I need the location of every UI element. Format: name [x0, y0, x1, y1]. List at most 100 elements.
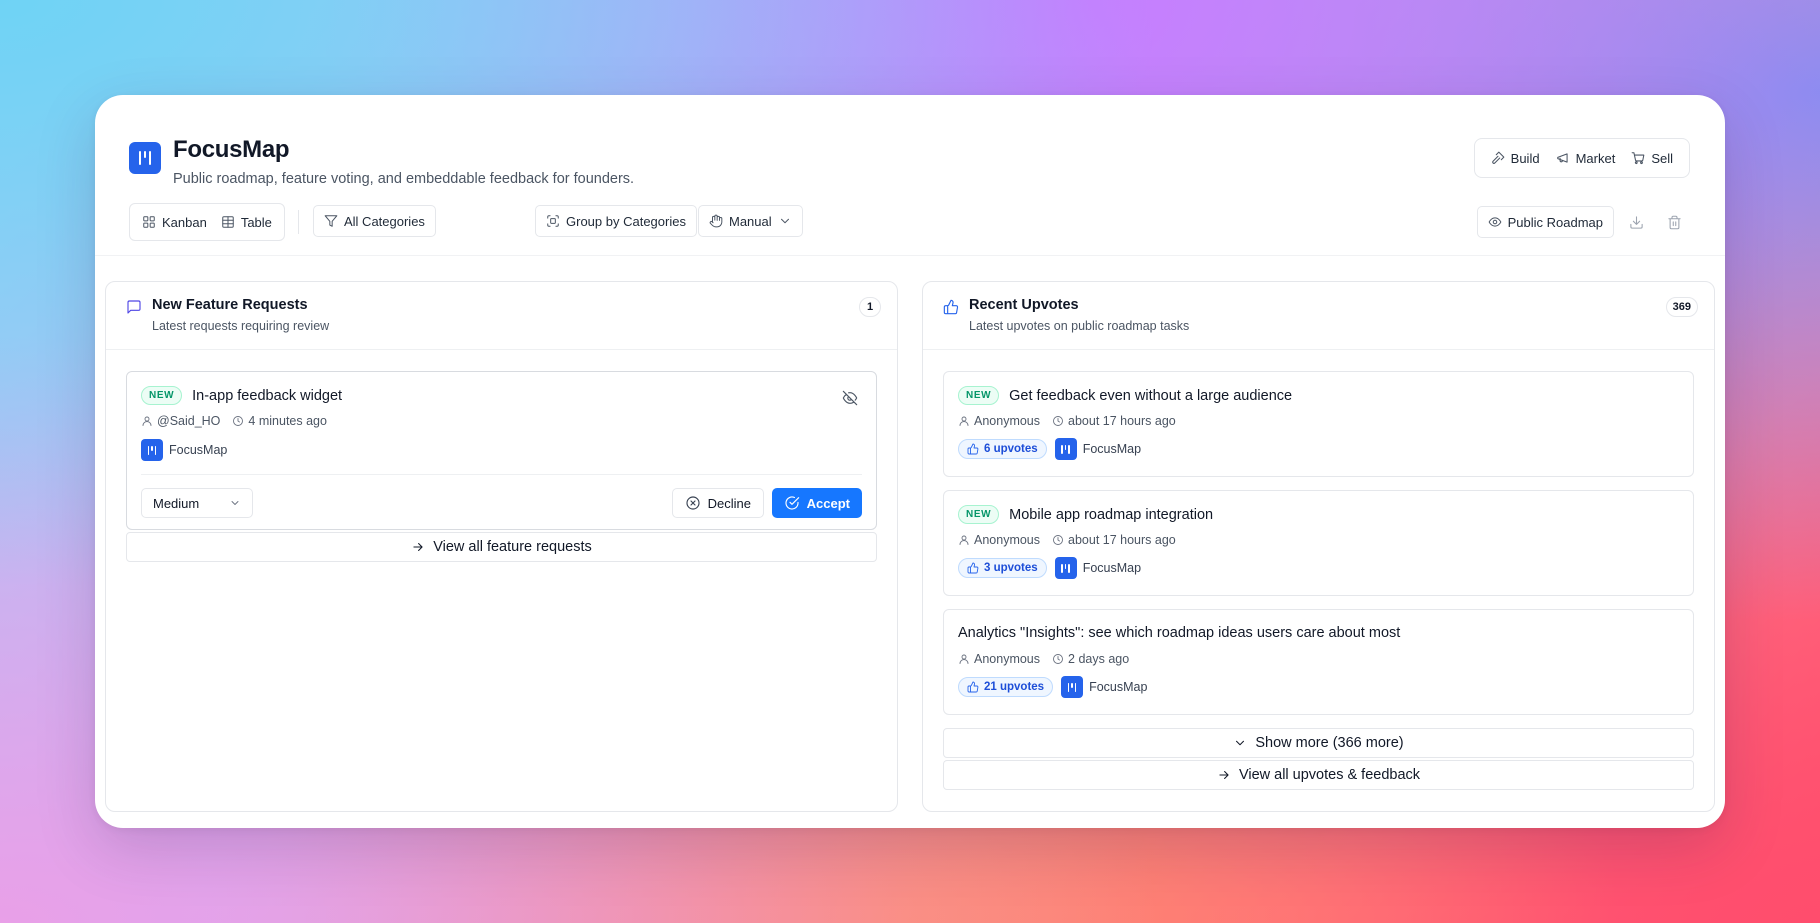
delete-button[interactable]: [1658, 206, 1690, 238]
upvote-count: 3 upvotes: [984, 562, 1038, 574]
view-kanban-button[interactable]: Kanban: [135, 207, 214, 237]
card-author: Anonymous: [958, 652, 1040, 666]
project-tag: FocusMap: [1054, 557, 1142, 579]
hand-icon: [709, 214, 723, 228]
nav-market[interactable]: Market: [1548, 139, 1624, 177]
view-all-upvotes-button[interactable]: View all upvotes & feedback: [943, 760, 1694, 790]
feature-request-card[interactable]: NEW In-app feedback widget @Said_HO 4 mi…: [126, 371, 877, 530]
arrow-right-icon: [413, 542, 423, 552]
project-logo: [1054, 438, 1077, 460]
upvotes-header: Recent Upvotes Latest upvotes on public …: [923, 282, 1714, 350]
upvotes-count: 369: [1665, 297, 1698, 317]
project-name: FocusMap: [1089, 680, 1148, 694]
user-icon: [959, 654, 969, 664]
card-title-row: Analytics "Insights": see which roadmap …: [958, 625, 1400, 641]
time-ago: about 17 hours ago: [1068, 414, 1176, 428]
card-footer-row: 3 upvotes FocusMap: [958, 557, 1141, 579]
message-icon: [126, 299, 142, 315]
download-button[interactable]: [1620, 206, 1652, 238]
view-table-button[interactable]: Table: [214, 207, 279, 237]
view-kanban-label: Kanban: [162, 214, 207, 230]
project-tag: FocusMap: [141, 439, 227, 461]
card-meta-row: Anonymous 2 days ago: [958, 652, 1129, 666]
sort-dropdown[interactable]: Manual: [698, 205, 803, 237]
card-time: 4 minutes ago: [232, 414, 327, 428]
card-title: Get feedback even without a large audien…: [1009, 387, 1293, 404]
nav-sell[interactable]: Sell: [1623, 139, 1681, 177]
category-filter-label: All Categories: [344, 213, 425, 229]
eye-off-icon: [842, 390, 858, 406]
card-title: Analytics "Insights": see which roadmap …: [958, 625, 1401, 641]
megaphone-icon: [1556, 153, 1568, 163]
clock-icon: [1053, 654, 1063, 664]
app-subtitle: Public roadmap, feature voting, and embe…: [173, 171, 635, 187]
sort-label: Manual: [729, 213, 772, 229]
app-header: FocusMap Public roadmap, feature voting,…: [129, 135, 634, 187]
feature-requests-count: 1: [859, 297, 881, 317]
toolbar-divider: [298, 210, 299, 234]
upvote-card[interactable]: Analytics "Insights": see which roadmap …: [943, 609, 1694, 715]
arrow-right-icon: [1219, 770, 1229, 780]
show-more-button[interactable]: Show more (366 more): [943, 728, 1694, 758]
accept-label: Accept: [806, 495, 850, 511]
trash-icon: [1667, 215, 1681, 229]
download-icon: [1629, 215, 1643, 229]
card-project-row: FocusMap: [141, 439, 227, 461]
category-filter-button[interactable]: All Categories: [313, 205, 436, 237]
upvote-count-badge[interactable]: 3 upvotes: [958, 558, 1047, 578]
view-all-requests-button[interactable]: View all feature requests: [126, 532, 877, 562]
priority-select[interactable]: Medium: [141, 488, 253, 518]
accept-button[interactable]: Accept: [771, 488, 862, 518]
card-author: Anonymous: [958, 533, 1040, 547]
card-time: about 17 hours ago: [1052, 533, 1176, 547]
card-title-row: NEW Mobile app roadmap integration: [958, 505, 1213, 524]
upvote-card[interactable]: NEW Mobile app roadmap integration Anony…: [943, 490, 1694, 596]
author-name: Anonymous: [974, 533, 1041, 547]
card-footer-row: 21 upvotes FocusMap: [958, 676, 1147, 698]
feature-requests-title: New Feature Requests: [152, 297, 308, 313]
view-switcher: Kanban Table: [129, 203, 285, 241]
author-name: Anonymous: [974, 652, 1041, 666]
project-name: FocusMap: [1082, 561, 1142, 575]
upvote-count-badge[interactable]: 21 upvotes: [958, 677, 1054, 697]
header-divider: [95, 255, 1725, 256]
author-name: Anonymous: [974, 414, 1041, 428]
app-title: FocusMap: [173, 136, 290, 163]
new-badge: NEW: [958, 505, 1000, 524]
decline-button[interactable]: Decline: [671, 488, 764, 518]
hide-request-button[interactable]: [842, 390, 858, 411]
card-title: In-app feedback widget: [192, 387, 343, 404]
upvote-count-badge[interactable]: 6 upvotes: [958, 439, 1047, 459]
project-name: FocusMap: [169, 443, 228, 457]
card-time: 2 days ago: [1052, 652, 1129, 666]
new-badge: NEW: [958, 386, 1000, 405]
app-logo: [129, 142, 161, 174]
upvotes-title: Recent Upvotes: [969, 297, 1079, 313]
card-meta-row: Anonymous about 17 hours ago: [958, 533, 1176, 547]
public-roadmap-button[interactable]: Public Roadmap: [1476, 206, 1614, 238]
nav-build-label: Build: [1510, 150, 1540, 166]
card-meta-row: @Said_HO 4 minutes ago: [141, 414, 327, 428]
toolbar-actions: Public Roadmap: [1476, 203, 1690, 241]
card-author: Anonymous: [958, 414, 1040, 428]
cart-icon: [1631, 152, 1645, 165]
project-logo: [1054, 557, 1077, 579]
clock-icon: [1053, 416, 1063, 426]
nav-sell-label: Sell: [1651, 150, 1673, 166]
thumbs-up-icon: [967, 681, 979, 693]
top-nav: Build Market Sell: [1473, 138, 1690, 178]
view-all-requests-label: View all feature requests: [433, 539, 592, 555]
clock-icon: [1053, 535, 1063, 545]
nav-build[interactable]: Build: [1483, 139, 1548, 177]
feature-requests-description: Latest requests requiring review: [152, 319, 330, 333]
group-by-button[interactable]: Group by Categories: [535, 205, 697, 237]
upvote-card[interactable]: NEW Get feedback even without a large au…: [943, 371, 1694, 477]
thumbs-up-icon: [943, 299, 959, 315]
card-time: about 17 hours ago: [1052, 414, 1176, 428]
feature-requests-header: New Feature Requests Latest requests req…: [106, 282, 897, 350]
upvote-count: 21 upvotes: [984, 681, 1045, 693]
card-footer-row: 6 upvotes FocusMap: [958, 438, 1141, 460]
project-tag: FocusMap: [1054, 438, 1142, 460]
feature-requests-panel: New Feature Requests Latest requests req…: [105, 281, 898, 812]
project-name: FocusMap: [1082, 442, 1142, 456]
